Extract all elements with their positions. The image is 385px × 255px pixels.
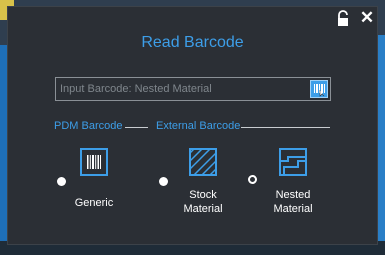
nested-shape-icon <box>279 148 307 176</box>
option-nested-material-label: Nested Material <box>273 189 313 215</box>
pdm-divider <box>125 127 148 128</box>
scan-barcode-button[interactable] <box>310 80 328 98</box>
radio-nested-material[interactable] <box>248 175 257 184</box>
radio-stock-material[interactable] <box>159 177 168 186</box>
barcode-input-container <box>55 77 331 101</box>
barcode-input[interactable] <box>58 79 306 99</box>
option-generic[interactable] <box>80 148 108 176</box>
external-divider <box>241 127 330 128</box>
close-button[interactable]: ✕ <box>358 8 376 28</box>
read-barcode-dialog: ✕ Read Barcode PDM Barcode External Barc… <box>7 6 378 245</box>
radio-generic[interactable] <box>57 177 66 186</box>
barcode-scan-icon <box>314 84 325 97</box>
option-stock-material-label: Stock Material <box>183 189 223 215</box>
lock-open-icon <box>338 10 348 26</box>
dialog-title: Read Barcode <box>141 34 244 51</box>
pdm-barcode-heading: PDM Barcode <box>54 120 123 132</box>
barcode-icon <box>80 148 108 176</box>
option-stock-material[interactable] <box>189 148 217 176</box>
option-generic-label: Generic <box>74 197 114 209</box>
external-barcode-heading: External Barcode <box>156 120 241 132</box>
option-nested-material[interactable] <box>279 148 307 176</box>
lock-button[interactable] <box>336 10 350 28</box>
hatched-square-icon <box>189 148 217 176</box>
